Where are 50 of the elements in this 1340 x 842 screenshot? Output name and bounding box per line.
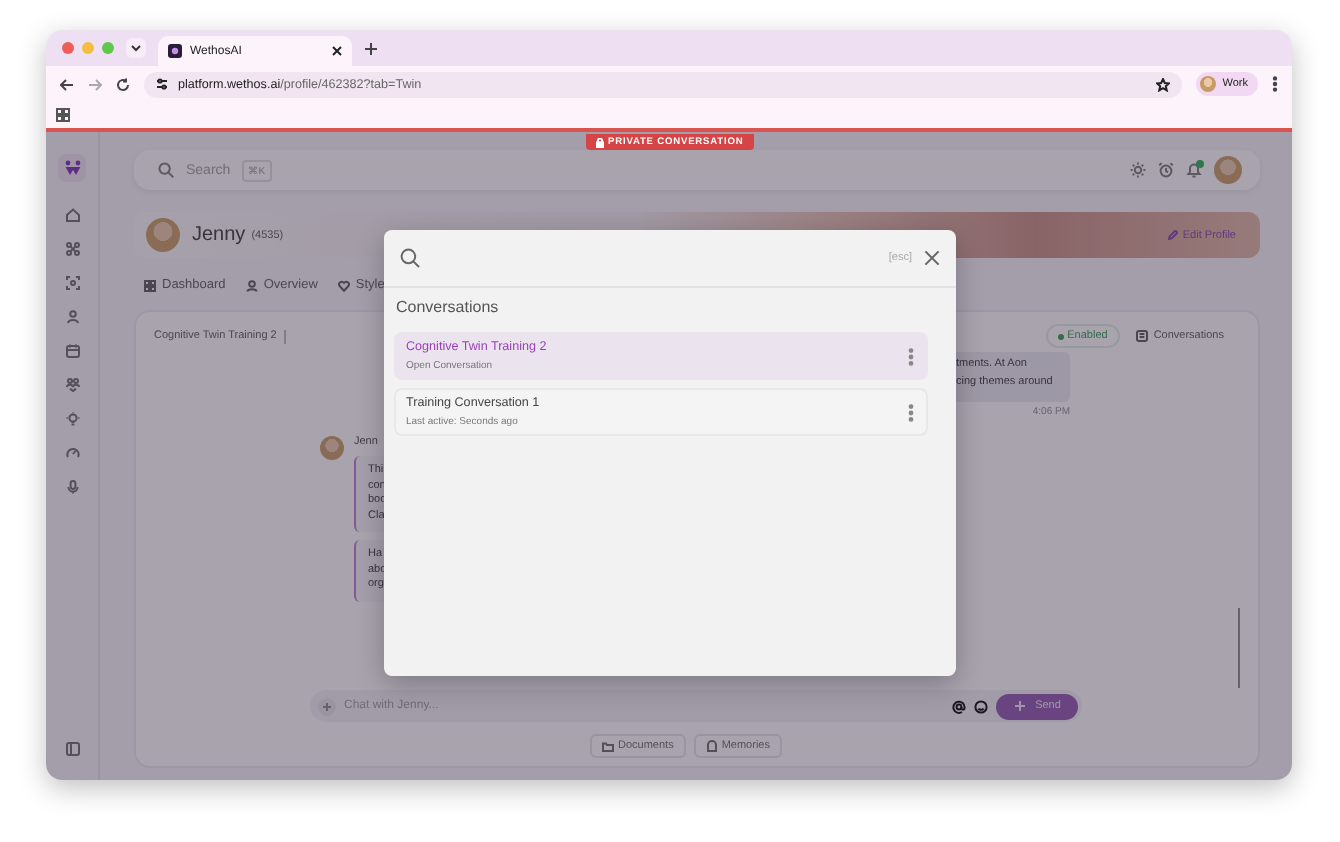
apps-grid-icon[interactable] xyxy=(56,108,70,122)
alarm-clock-icon[interactable] xyxy=(1158,162,1174,178)
profile-avatar xyxy=(146,218,180,252)
folder-icon xyxy=(602,741,614,751)
pencil-icon xyxy=(1168,230,1179,240)
person-icon xyxy=(245,279,258,291)
plus-icon[interactable] xyxy=(364,41,378,55)
heart-icon xyxy=(337,279,350,291)
mention-icon[interactable] xyxy=(952,699,966,713)
more-options-icon[interactable] xyxy=(908,347,914,365)
sender-avatar xyxy=(320,436,344,460)
search-icon xyxy=(400,248,420,268)
add-button[interactable] xyxy=(318,697,336,715)
sun-icon[interactable] xyxy=(1130,162,1146,178)
forward-arrow-icon[interactable] xyxy=(88,77,102,91)
profile-name: Jenny xyxy=(192,224,246,246)
close-icon[interactable] xyxy=(332,46,342,56)
home-icon[interactable] xyxy=(65,208,79,222)
close-window-button[interactable] xyxy=(62,42,74,54)
avatar-icon xyxy=(1200,76,1217,92)
scrollbar-thumb[interactable] xyxy=(1238,608,1240,688)
reload-icon[interactable] xyxy=(116,77,130,91)
tab-list-button[interactable] xyxy=(126,38,146,58)
more-options-icon[interactable] xyxy=(908,403,914,421)
list-icon xyxy=(1135,330,1148,342)
section-heading: Conversations xyxy=(394,296,501,320)
logo-mark-icon xyxy=(63,160,81,176)
notification-dot xyxy=(1196,160,1204,168)
focus-icon[interactable] xyxy=(65,276,79,290)
app-logo-icon xyxy=(168,44,182,58)
gauge-icon[interactable] xyxy=(65,446,79,460)
search-icon[interactable] xyxy=(158,162,174,178)
user-avatar[interactable] xyxy=(1214,156,1242,184)
grid-icon xyxy=(144,279,156,291)
back-arrow-icon[interactable] xyxy=(60,77,74,91)
star-icon[interactable] xyxy=(1156,77,1171,91)
calendar-icon[interactable] xyxy=(65,344,79,358)
maximize-window-button[interactable] xyxy=(102,42,114,54)
microphone-icon[interactable] xyxy=(65,480,79,494)
user-icon[interactable] xyxy=(65,310,79,324)
emoji-icon[interactable] xyxy=(974,699,988,713)
plus-icon xyxy=(322,701,332,711)
team-icon[interactable] xyxy=(65,378,79,392)
lightbulb-icon[interactable] xyxy=(65,412,79,426)
app-logo[interactable] xyxy=(58,154,86,182)
more-menu-icon[interactable] xyxy=(1272,76,1278,92)
site-settings-icon xyxy=(156,78,168,90)
chevron-down-icon xyxy=(130,44,142,52)
bell-icon[interactable] xyxy=(1186,162,1202,178)
sidebar-toggle-icon[interactable] xyxy=(65,742,79,756)
